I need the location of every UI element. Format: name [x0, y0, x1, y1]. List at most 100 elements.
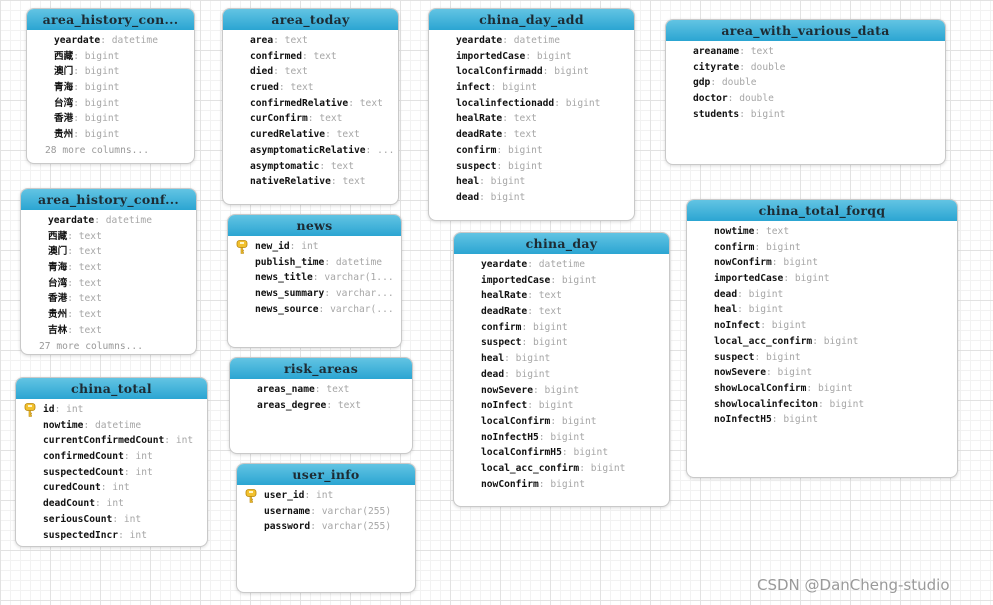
field-row[interactable]: 青海: text [21, 260, 196, 276]
field-row[interactable]: news_title: varchar(1... [228, 270, 401, 286]
field-row[interactable]: dead: bigint [454, 367, 669, 383]
field-row[interactable]: healRate: text [454, 288, 669, 304]
table-title[interactable]: news [228, 215, 401, 236]
field-row[interactable]: areas_degree: text [230, 398, 412, 414]
field-row[interactable]: doctor: double [666, 91, 945, 107]
table-news[interactable]: news new_id: int publish_time: datetime new… [227, 214, 402, 348]
field-row[interactable]: noInfectH5: bigint [687, 412, 957, 428]
table-area_history_conf[interactable]: area_history_conf... yeardate: datetime 西藏… [20, 188, 197, 355]
field-row[interactable]: deadRate: text [429, 127, 634, 143]
field-row[interactable]: curedRelative: text [223, 127, 398, 143]
field-row[interactable]: localConfirmH5: bigint [454, 445, 669, 461]
field-row[interactable]: nowConfirm: bigint [687, 255, 957, 271]
field-row[interactable]: localConfirmadd: bigint [429, 64, 634, 80]
field-row[interactable]: importedCase: bigint [429, 49, 634, 65]
field-row[interactable]: noInfectH5: bigint [454, 430, 669, 446]
field-row[interactable]: currentConfirmedCount: int [16, 433, 207, 449]
table-china_total_forqq[interactable]: china_total_forqq nowtime: text confirm: b… [686, 199, 958, 478]
field-row[interactable]: noInfect: bigint [454, 398, 669, 414]
field-row[interactable]: deadCount: int [16, 496, 207, 512]
field-row[interactable]: 香港: text [21, 291, 196, 307]
table-china_day_add[interactable]: china_day_add yeardate: datetime importedC… [428, 8, 635, 221]
field-row[interactable]: 台湾: text [21, 276, 196, 292]
field-row[interactable]: 贵州: text [21, 307, 196, 323]
field-row[interactable]: nowtime: text [687, 224, 957, 240]
field-row[interactable]: suspect: bigint [687, 350, 957, 366]
field-row[interactable]: confirmedRelative: text [223, 96, 398, 112]
field-row[interactable]: 香港: bigint [27, 111, 194, 127]
field-row[interactable]: confirm: bigint [454, 320, 669, 336]
field-row[interactable]: suspect: bigint [429, 159, 634, 175]
field-row[interactable]: students: bigint [666, 107, 945, 123]
field-row[interactable]: suspectedCount: int [16, 465, 207, 481]
table-title[interactable]: area_history_conf... [21, 189, 196, 210]
field-row[interactable]: yeardate: datetime [429, 33, 634, 49]
field-row[interactable]: yeardate: datetime [21, 213, 196, 229]
field-row[interactable]: user_id: int [237, 488, 415, 504]
field-row[interactable]: local_acc_confirm: bigint [687, 334, 957, 350]
field-row[interactable]: 吉林: text [21, 323, 196, 339]
field-row[interactable]: yeardate: datetime [27, 33, 194, 49]
table-title[interactable]: china_total [16, 378, 207, 399]
field-row[interactable]: 西藏: bigint [27, 49, 194, 65]
field-row[interactable]: 青海: bigint [27, 80, 194, 96]
table-title[interactable]: china_day [454, 233, 669, 254]
field-row[interactable]: curConfirm: text [223, 111, 398, 127]
field-row[interactable]: importedCase: bigint [454, 273, 669, 289]
field-row[interactable]: importedCase: bigint [687, 271, 957, 287]
table-china_total[interactable]: china_total id: int nowtime: datetime curre… [15, 377, 208, 547]
table-title[interactable]: china_day_add [429, 9, 634, 30]
field-row[interactable]: healRate: text [429, 111, 634, 127]
field-row[interactable]: seriousCount: int [16, 512, 207, 528]
field-row[interactable]: died: text [223, 64, 398, 80]
field-row[interactable]: areaname: text [666, 44, 945, 60]
field-row[interactable]: areas_name: text [230, 382, 412, 398]
more-columns-link[interactable]: 27 more columns... [21, 339, 196, 355]
table-title[interactable]: risk_areas [230, 358, 412, 379]
table-area_with_various_data[interactable]: area_with_various_data areaname: text city… [665, 19, 946, 165]
field-row[interactable]: publish_time: datetime [228, 255, 401, 271]
field-row[interactable]: area: text [223, 33, 398, 49]
field-row[interactable]: heal: bigint [429, 174, 634, 190]
field-row[interactable]: nowSevere: bigint [454, 383, 669, 399]
field-row[interactable]: confirmedCount: int [16, 449, 207, 465]
table-title[interactable]: china_total_forqq [687, 200, 957, 221]
field-row[interactable]: nowSevere: bigint [687, 365, 957, 381]
field-row[interactable]: id: int [16, 402, 207, 418]
field-row[interactable]: news_source: varchar(... [228, 302, 401, 318]
field-row[interactable]: localConfirm: bigint [454, 414, 669, 430]
field-row[interactable]: heal: bigint [454, 351, 669, 367]
field-row[interactable]: dead: bigint [429, 190, 634, 206]
field-row[interactable]: nowConfirm: bigint [454, 477, 669, 493]
field-row[interactable]: suspect: bigint [454, 335, 669, 351]
field-row[interactable]: infect: bigint [429, 80, 634, 96]
table-risk_areas[interactable]: risk_areas areas_name: text areas_degree: … [229, 357, 413, 454]
table-title[interactable]: area_today [223, 9, 398, 30]
field-row[interactable]: news_summary: varchar... [228, 286, 401, 302]
field-row[interactable]: 台湾: bigint [27, 96, 194, 112]
field-row[interactable]: 澳门: text [21, 244, 196, 260]
field-row[interactable]: gdp: double [666, 75, 945, 91]
field-row[interactable]: noInfect: bigint [687, 318, 957, 334]
table-area_today[interactable]: area_today area: text confirmed: text died:… [222, 8, 399, 205]
field-row[interactable]: localinfectionadd: bigint [429, 96, 634, 112]
field-row[interactable]: confirm: bigint [429, 143, 634, 159]
field-row[interactable]: suspectedIncr: int [16, 528, 207, 544]
field-row[interactable]: cityrate: double [666, 60, 945, 76]
field-row[interactable]: showLocalConfirm: bigint [687, 381, 957, 397]
table-china_day[interactable]: china_day yeardate: datetime importedCase:… [453, 232, 670, 507]
field-row[interactable]: nowtime: datetime [16, 418, 207, 434]
field-row[interactable]: nativeRelative: text [223, 174, 398, 190]
field-row[interactable]: 澳门: bigint [27, 64, 194, 80]
field-row[interactable]: asymptomatic: text [223, 159, 398, 175]
table-area_history_con[interactable]: area_history_con... yeardate: datetime 西藏:… [26, 8, 195, 164]
table-title[interactable]: user_info [237, 464, 415, 485]
field-row[interactable]: dead: bigint [687, 287, 957, 303]
field-row[interactable]: 西藏: text [21, 229, 196, 245]
field-row[interactable]: crued: text [223, 80, 398, 96]
field-row[interactable]: 贵州: bigint [27, 127, 194, 143]
table-title[interactable]: area_history_con... [27, 9, 194, 30]
field-row[interactable]: showlocalinfeciton: bigint [687, 397, 957, 413]
field-row[interactable]: password: varchar(255) [237, 519, 415, 535]
field-row[interactable]: deadRate: text [454, 304, 669, 320]
